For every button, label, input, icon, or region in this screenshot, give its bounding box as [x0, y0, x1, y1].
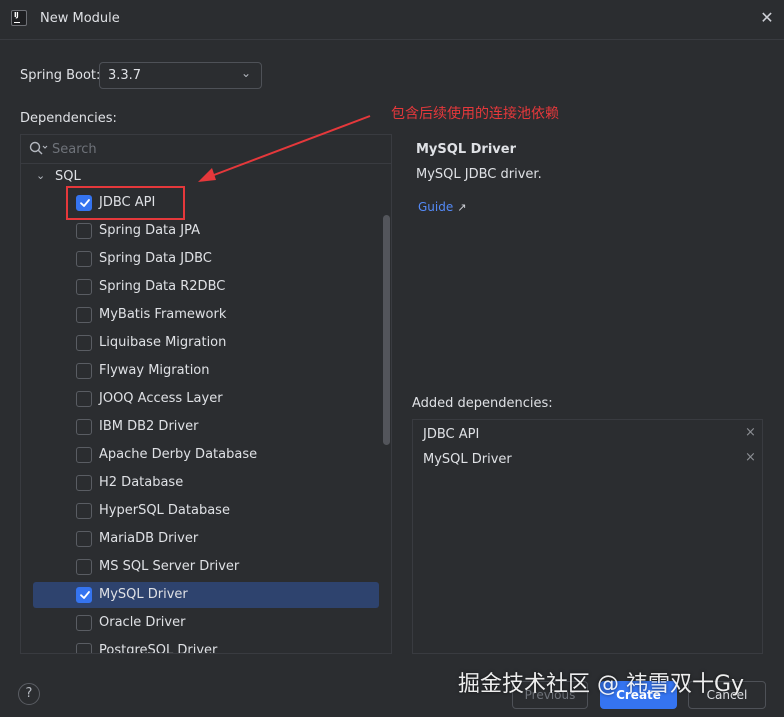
annotation-text: 包含后续使用的连接池依赖 — [391, 106, 559, 122]
added-dependency-item: JDBC API × — [413, 422, 762, 447]
added-dependency-label: JDBC API — [423, 427, 480, 442]
dependency-item[interactable]: Spring Data R2DBC — [33, 274, 379, 300]
dependency-label: Oracle Driver — [99, 615, 186, 630]
dependency-item[interactable]: MS SQL Server Driver — [33, 554, 379, 580]
intellij-icon: IJ — [11, 10, 27, 26]
checkmark-icon — [80, 591, 90, 599]
added-dependency-item: MySQL Driver × — [413, 447, 762, 472]
dependency-label: HyperSQL Database — [99, 503, 230, 518]
dependency-label: Liquibase Migration — [99, 335, 227, 350]
dependency-label: PostgreSQL Driver — [99, 643, 218, 654]
dependency-label: JOOQ Access Layer — [99, 391, 223, 406]
dependency-checkbox[interactable] — [76, 223, 92, 239]
close-icon[interactable]: ✕ — [757, 8, 777, 28]
dependency-item[interactable]: IBM DB2 Driver — [33, 414, 379, 440]
dependency-checkbox[interactable] — [76, 363, 92, 379]
dependency-label: Spring Data JPA — [99, 223, 200, 238]
dependency-item[interactable]: MySQL Driver — [33, 582, 379, 608]
dependency-checkbox[interactable] — [76, 475, 92, 491]
dependency-checkbox[interactable] — [76, 587, 92, 603]
title-bar: IJ New Module ✕ — [0, 0, 784, 40]
search-icon — [29, 141, 48, 155]
watermark-text: 掘金技术社区 @ 祎雪双十Gy — [458, 672, 745, 697]
dependency-label: H2 Database — [99, 475, 184, 490]
dependency-checkbox[interactable] — [76, 251, 92, 267]
dependency-item[interactable]: H2 Database — [33, 470, 379, 496]
added-dependencies-list: JDBC API × MySQL Driver × — [412, 419, 763, 654]
remove-icon[interactable]: × — [745, 450, 756, 465]
chevron-down-icon: ⌄ — [241, 66, 252, 80]
dependency-item[interactable]: PostgreSQL Driver — [33, 638, 379, 654]
dependency-label: MySQL Driver — [99, 587, 188, 602]
dependency-checkbox[interactable] — [76, 531, 92, 547]
dependency-checkbox[interactable] — [76, 503, 92, 519]
dependency-checkbox[interactable] — [76, 419, 92, 435]
guide-link-label: Guide — [418, 200, 454, 214]
added-dependencies-label: Added dependencies: — [412, 396, 553, 411]
dependency-checkbox[interactable] — [76, 447, 92, 463]
dependency-item[interactable]: Apache Derby Database — [33, 442, 379, 468]
chevron-down-icon[interactable]: ⌄ — [36, 169, 45, 182]
dependency-label: MariaDB Driver — [99, 531, 199, 546]
dependency-item[interactable]: JOOQ Access Layer — [33, 386, 379, 412]
external-link-icon: ↗ — [457, 201, 467, 214]
dependencies-label: Dependencies: — [20, 111, 117, 126]
dependency-item[interactable]: HyperSQL Database — [33, 498, 379, 524]
help-button[interactable]: ? — [18, 683, 40, 705]
added-dependency-label: MySQL Driver — [423, 452, 512, 467]
dependency-label: IBM DB2 Driver — [99, 419, 199, 434]
spring-boot-label: Spring Boot: — [20, 68, 101, 83]
dependency-item[interactable]: Flyway Migration — [33, 358, 379, 384]
dependency-item[interactable]: MyBatis Framework — [33, 302, 379, 328]
dependency-label: MS SQL Server Driver — [99, 559, 240, 574]
dependency-checkbox[interactable] — [76, 279, 92, 295]
annotation-highlight-box — [66, 186, 185, 220]
dependency-label: Spring Data JDBC — [99, 251, 212, 266]
window-title: New Module — [40, 11, 120, 26]
dependency-label: Spring Data R2DBC — [99, 279, 226, 294]
dependency-item[interactable]: Liquibase Migration — [33, 330, 379, 356]
dependency-label: Flyway Migration — [99, 363, 210, 378]
spring-boot-version-value: 3.3.7 — [108, 68, 142, 83]
dependency-item[interactable]: MariaDB Driver — [33, 526, 379, 552]
dependency-checkbox[interactable] — [76, 559, 92, 575]
dependency-item[interactable]: Oracle Driver — [33, 610, 379, 636]
dependency-detail-title: MySQL Driver — [416, 142, 516, 157]
dependency-checkbox[interactable] — [76, 643, 92, 653]
dependency-checkbox[interactable] — [76, 391, 92, 407]
dependency-checkbox[interactable] — [76, 335, 92, 351]
annotation-arrow — [198, 115, 371, 182]
remove-icon[interactable]: × — [745, 425, 756, 440]
scrollbar-thumb[interactable] — [383, 215, 390, 445]
dependency-item[interactable]: Spring Data JPA — [33, 218, 379, 244]
dependency-detail-description: MySQL JDBC driver. — [416, 167, 542, 182]
dependency-checkbox[interactable] — [76, 307, 92, 323]
dependency-label: MyBatis Framework — [99, 307, 227, 322]
dependency-item[interactable]: Spring Data JDBC — [33, 246, 379, 272]
dependency-label: Apache Derby Database — [99, 447, 258, 462]
dependency-checkbox[interactable] — [76, 615, 92, 631]
guide-link[interactable]: Guide ↗ — [418, 200, 466, 214]
category-label: SQL — [55, 169, 81, 184]
spring-boot-version-select[interactable]: 3.3.7 ⌄ — [99, 62, 262, 89]
